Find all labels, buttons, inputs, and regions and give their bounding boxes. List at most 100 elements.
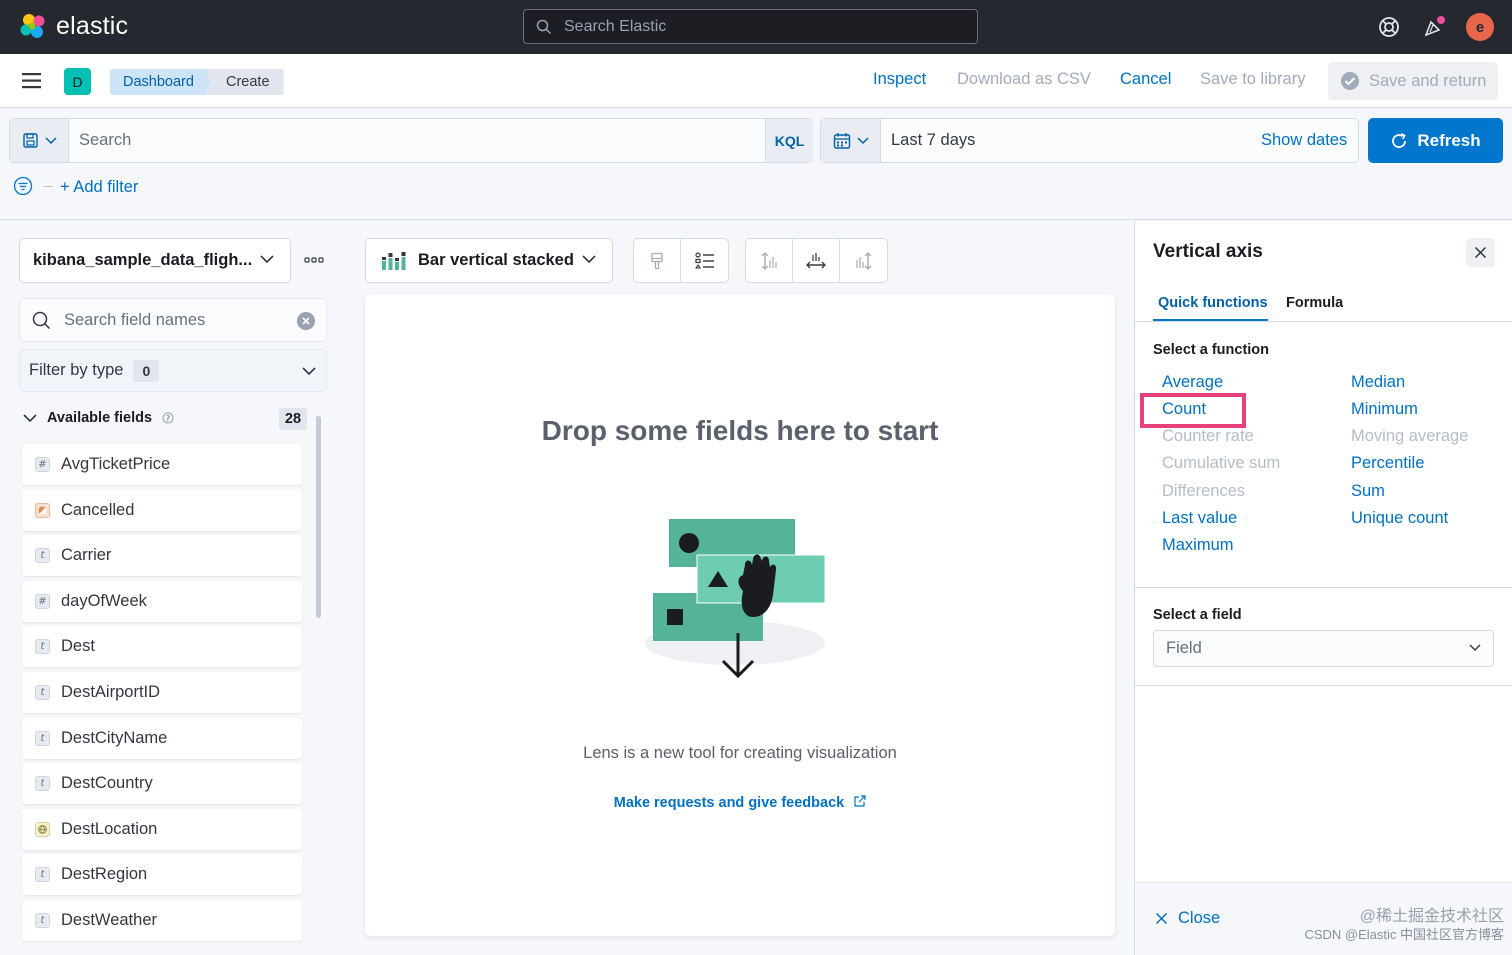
field-name: DestRegion (61, 865, 148, 884)
available-fields-label: Available fields (47, 410, 153, 426)
watermark: @稀土掘金技术社区 CSDN @Elastic 中国社区官方博客 (1292, 908, 1504, 944)
elastic-cluster-icon (20, 14, 45, 38)
save-to-library-button[interactable]: Save to library (1200, 70, 1305, 89)
field-item[interactable]: t DestRegion (22, 854, 302, 896)
function-differences[interactable]: Differences (1162, 482, 1245, 501)
bar-stacked-icon (382, 251, 406, 270)
chevron-down-icon (23, 413, 37, 422)
field-list: # AvgTicketPrice Cancelled t Carrier # d… (22, 444, 302, 946)
bottom-axis-icon[interactable] (793, 239, 840, 282)
close-icon[interactable] (1466, 238, 1495, 267)
save-icon (22, 133, 38, 148)
function-cumulative-sum[interactable]: Cumulative sum (1162, 454, 1280, 473)
date-range-text[interactable]: Last 7 days (891, 131, 975, 150)
function-maximum[interactable]: Maximum (1162, 536, 1234, 555)
field-name: DestCountry (61, 774, 153, 793)
info-icon: ? (162, 412, 174, 424)
function-moving-average[interactable]: Moving average (1351, 427, 1468, 446)
user-avatar[interactable]: e (1466, 13, 1494, 41)
left-axis-icon[interactable] (746, 239, 793, 282)
field-select[interactable]: Field (1153, 630, 1494, 667)
field-search-input[interactable]: Search field names (19, 298, 327, 342)
function-unique-count[interactable]: Unique count (1351, 509, 1448, 528)
kql-toggle-button[interactable]: KQL (765, 119, 813, 162)
global-search-input[interactable]: Search Elastic (523, 9, 978, 44)
filter-icon (13, 176, 33, 196)
field-item[interactable]: t Carrier (22, 535, 302, 577)
add-filter-button[interactable]: + Add filter (60, 178, 138, 197)
menu-icon[interactable] (20, 71, 44, 91)
saved-query-button[interactable] (10, 119, 69, 162)
chevron-down-icon (582, 255, 596, 264)
field-item[interactable]: Cancelled (22, 489, 302, 531)
save-and-return-button[interactable]: Save and return (1328, 62, 1498, 100)
more-options-icon[interactable] (303, 252, 325, 268)
tab-quick-functions[interactable]: Quick functions (1158, 295, 1268, 311)
string-type-icon: t (35, 776, 50, 792)
function-average[interactable]: Average (1162, 373, 1223, 392)
available-fields-toggle[interactable]: Available fields ? (23, 410, 174, 426)
field-item[interactable]: t DestCountry (22, 763, 302, 805)
date-picker: Last 7 days Show dates (820, 118, 1359, 163)
show-dates-button[interactable]: Show dates (1261, 131, 1347, 150)
right-axis-icon[interactable] (840, 239, 887, 282)
query-input[interactable]: Search (79, 131, 131, 150)
space-avatar[interactable]: D (64, 68, 91, 95)
paintbrush-icon[interactable] (634, 239, 681, 282)
function-median[interactable]: Median (1351, 373, 1405, 392)
field-list-scrollbar[interactable] (316, 416, 321, 618)
cancel-button[interactable]: Cancel (1120, 70, 1171, 89)
elastic-logo[interactable]: elastic (18, 11, 128, 41)
close-button[interactable]: Close (1155, 909, 1220, 928)
field-item[interactable]: DestLocation (22, 808, 302, 850)
breadcrumb-dashboard[interactable]: Dashboard (110, 69, 214, 95)
function-percentile[interactable]: Percentile (1351, 454, 1424, 473)
string-type-icon: t (35, 730, 50, 746)
function-last-value[interactable]: Last value (1162, 509, 1237, 528)
index-pattern-picker[interactable]: kibana_sample_data_fligh... (19, 238, 291, 283)
tab-formula[interactable]: Formula (1286, 295, 1343, 311)
string-type-icon: t (35, 867, 50, 883)
tab-divider (1135, 321, 1512, 322)
filter-menu[interactable] (13, 176, 53, 196)
inspect-button[interactable]: Inspect (873, 70, 926, 89)
field-item[interactable]: t Dest (22, 626, 302, 668)
refresh-icon (1392, 132, 1407, 148)
refresh-button[interactable]: Refresh (1368, 118, 1503, 163)
field-item[interactable]: t DestAirportID (22, 671, 302, 713)
boolean-type-icon (35, 502, 50, 518)
function-minimum[interactable]: Minimum (1351, 400, 1418, 419)
field-item[interactable]: t DestCityName (22, 717, 302, 759)
select-field-label: Select a field (1153, 607, 1242, 623)
legend-icon[interactable] (681, 239, 728, 282)
feedback-link[interactable]: Make requests and give feedback (365, 795, 1115, 811)
download-csv-button[interactable]: Download as CSV (957, 70, 1091, 89)
help-icon[interactable] (1376, 14, 1402, 40)
function-sum[interactable]: Sum (1351, 482, 1385, 501)
filter-by-type-label: Filter by type (29, 361, 124, 379)
quick-date-button[interactable] (821, 119, 881, 162)
visual-options-group (633, 238, 729, 283)
field-item[interactable]: # dayOfWeek (22, 580, 302, 622)
workspace-drop-zone[interactable]: Drop some fields here to start Lens is a… (365, 295, 1115, 936)
filter-by-type-button[interactable]: Filter by type 0 (19, 349, 327, 392)
newsfeed-icon[interactable] (1421, 14, 1447, 40)
count-highlight-box (1140, 393, 1246, 428)
clear-icon[interactable] (297, 312, 315, 330)
filter-type-count: 0 (133, 359, 160, 382)
field-name: DestWeather (61, 910, 157, 929)
feedback-link-label: Make requests and give feedback (613, 795, 845, 811)
filter-divider (43, 185, 53, 187)
search-icon (536, 19, 552, 34)
function-counter-rate[interactable]: Counter rate (1162, 427, 1254, 446)
number-type-icon: # (35, 457, 50, 472)
workspace-title: Drop some fields here to start (541, 415, 939, 446)
string-type-icon: t (35, 684, 50, 700)
external-link-icon (854, 795, 866, 807)
svg-text:?: ? (166, 414, 171, 423)
calendar-icon (833, 132, 850, 149)
field-name: AvgTicketPrice (61, 455, 171, 473)
field-item[interactable]: # AvgTicketPrice (22, 444, 302, 485)
chart-type-switcher[interactable]: Bar vertical stacked (365, 238, 613, 283)
field-item[interactable]: t DestWeather (22, 899, 302, 941)
